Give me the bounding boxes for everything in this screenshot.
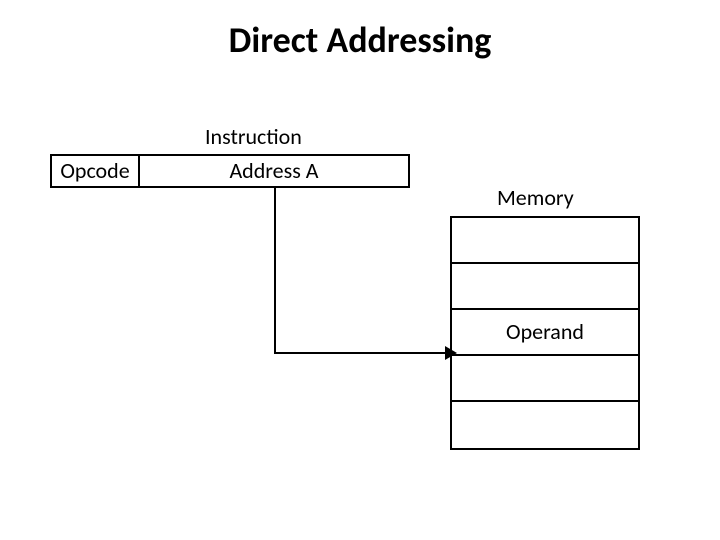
memory-cell	[452, 356, 638, 402]
page-title: Direct Addressing	[0, 18, 720, 62]
opcode-field: Opcode	[50, 154, 140, 188]
memory-cell	[452, 218, 638, 264]
instruction-label: Instruction	[205, 123, 302, 150]
diagram-canvas: Direct Addressing Instruction Opcode Add…	[0, 0, 720, 540]
memory-cell-operand: Operand	[452, 310, 638, 356]
address-field: Address A	[140, 154, 410, 188]
memory-label: Memory	[497, 184, 574, 211]
arrow-segment-horizontal	[274, 352, 450, 354]
memory-cell	[452, 402, 638, 448]
arrow-head-icon	[445, 346, 457, 360]
memory-cell	[452, 264, 638, 310]
arrow-segment-vertical	[274, 188, 276, 354]
memory-table: Operand	[450, 216, 640, 450]
